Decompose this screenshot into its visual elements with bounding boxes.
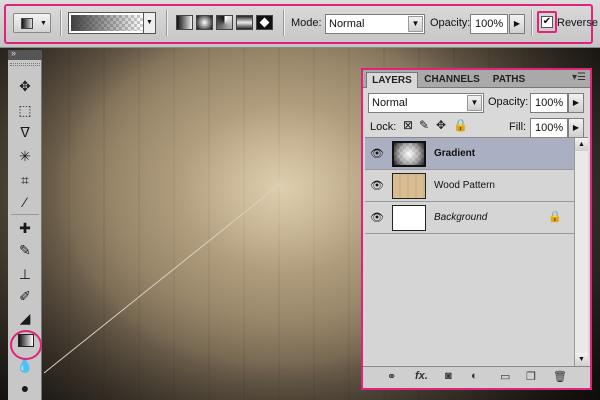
trash-icon[interactable]: 🗑	[553, 370, 567, 383]
reflected-gradient-button[interactable]	[236, 15, 253, 30]
divider	[531, 10, 532, 36]
clone-stamp-tool-icon[interactable]: ⊥	[15, 264, 35, 284]
chevron-down-icon[interactable]: ▼	[467, 95, 482, 111]
tab-layers[interactable]: LAYERS	[366, 72, 418, 88]
link-layers-icon[interactable]: ⚭	[387, 370, 396, 383]
eye-icon[interactable]: 👁	[369, 210, 385, 226]
layer-name[interactable]: Background	[434, 212, 487, 223]
tab-paths[interactable]: PATHS	[486, 72, 532, 88]
reverse-label: Reverse	[557, 17, 598, 29]
brush-tool-icon[interactable]: ✎	[15, 240, 35, 260]
magic-wand-tool-icon[interactable]: ✳	[15, 146, 35, 166]
layer-opacity-slider-button[interactable]: ▶	[568, 93, 584, 113]
tool-options-bar: ▼ ▼ Mode: Normal ▼ Opacity: 100% ▶ ✔ Rev…	[0, 0, 600, 48]
layer-name[interactable]: Gradient	[434, 148, 475, 159]
new-layer-icon[interactable]: ❐	[526, 370, 536, 383]
dodge-tool-icon[interactable]: ●	[15, 378, 35, 398]
chevron-down-icon: ▼	[40, 20, 47, 27]
blend-mode-value: Normal	[372, 97, 408, 109]
layer-opacity-input[interactable]: 100%	[530, 93, 568, 113]
tab-channels[interactable]: CHANNELS	[420, 72, 484, 88]
layer-row-wood-pattern[interactable]: 👁 Wood Pattern	[365, 170, 574, 202]
eye-icon[interactable]: 👁	[369, 178, 385, 194]
adjustment-layer-icon[interactable]: ◐	[471, 370, 478, 382]
lock-transparency-icon[interactable]: ⊠	[403, 118, 413, 132]
divider	[283, 10, 284, 36]
crop-tool-icon[interactable]: ⌗	[15, 170, 35, 190]
gradient-preview	[71, 15, 143, 31]
marquee-tool-icon[interactable]: ⬚	[15, 100, 35, 120]
radial-gradient-button[interactable]	[196, 15, 213, 30]
mode-select[interactable]: Normal ▼	[325, 14, 425, 34]
layer-row-background[interactable]: 👁 Background 🔒	[365, 202, 574, 234]
divider	[11, 214, 39, 215]
layers-scrollbar[interactable]: ▲ ▼	[574, 138, 588, 366]
selected-tool-highlight	[10, 330, 42, 360]
eye-icon[interactable]: 👁	[369, 146, 385, 162]
fill-label: Fill:	[509, 121, 527, 133]
mode-label: Mode:	[291, 17, 322, 29]
opacity-slider-button[interactable]: ▶	[509, 14, 525, 34]
fill-value: 100%	[535, 122, 564, 134]
layer-opacity-value: 100%	[535, 97, 564, 109]
reverse-checkbox[interactable]: ✔	[541, 16, 553, 28]
divider	[166, 10, 167, 36]
chevron-up-icon[interactable]: ▲	[575, 138, 588, 151]
layer-opacity-label: Opacity:	[488, 96, 529, 108]
layer-mask-icon[interactable]: ◙	[445, 370, 452, 382]
lock-all-icon[interactable]: 🔒	[453, 118, 468, 132]
eraser-tool-icon[interactable]: ◢	[15, 308, 35, 328]
lock-image-icon[interactable]: ✎	[419, 118, 429, 132]
opacity-input[interactable]: 100%	[470, 14, 508, 34]
tool-preset-picker[interactable]: ▼	[13, 13, 51, 33]
lasso-tool-icon[interactable]: ᐁ	[15, 122, 35, 142]
move-tool-icon[interactable]: ✥	[15, 76, 35, 96]
layers-panel: LAYERS CHANNELS PATHS ▾☰ Normal ▼ Opacit…	[361, 68, 592, 390]
opacity-value: 100%	[475, 18, 504, 30]
new-group-icon[interactable]: ▭	[500, 370, 510, 383]
opacity-label: Opacity:	[430, 17, 471, 29]
toolbar-grip[interactable]	[10, 63, 40, 66]
lock-icon: 🔒	[548, 211, 562, 223]
expand-icon[interactable]: »	[11, 48, 16, 58]
panel-menu-icon[interactable]: ▾☰	[572, 72, 586, 83]
eyedropper-tool-icon[interactable]: ⁄	[15, 192, 35, 212]
history-brush-tool-icon[interactable]: ✐	[15, 286, 35, 306]
layer-thumbnail	[392, 141, 426, 167]
diamond-gradient-button[interactable]	[256, 15, 273, 30]
layer-thumbnail	[392, 173, 426, 199]
linear-gradient-button[interactable]	[176, 15, 193, 30]
lock-label: Lock:	[370, 121, 397, 133]
gradient-picker[interactable]: ▼	[68, 12, 156, 34]
layers-list: 👁 Gradient 👁 Wood Pattern 👁 Background 🔒…	[365, 137, 588, 366]
panel-tabs: LAYERS CHANNELS PATHS ▾☰	[363, 70, 590, 88]
layer-name[interactable]: Wood Pattern	[434, 180, 495, 191]
angle-gradient-button[interactable]	[216, 15, 233, 30]
layer-thumbnail	[392, 205, 426, 231]
chevron-down-icon[interactable]: ▼	[575, 353, 588, 366]
fx-icon[interactable]: fx.	[415, 370, 428, 382]
blend-mode-select[interactable]: Normal ▼	[368, 93, 484, 113]
gradient-tool-icon	[21, 18, 33, 29]
mode-value: Normal	[329, 18, 365, 30]
chevron-down-icon[interactable]: ▼	[408, 16, 423, 32]
check-icon: ✔	[542, 16, 552, 27]
fill-input[interactable]: 100%	[530, 118, 568, 138]
panel-footer: ⚭ fx. ◙ ◐ ▭ ❐ 🗑	[363, 366, 590, 388]
divider	[60, 10, 61, 36]
lock-position-icon[interactable]: ✥	[436, 118, 446, 132]
fill-slider-button[interactable]: ▶	[568, 118, 584, 138]
healing-brush-tool-icon[interactable]: ✚	[15, 218, 35, 238]
layer-row-gradient[interactable]: 👁 Gradient	[365, 138, 574, 170]
chevron-down-icon[interactable]: ▼	[143, 13, 155, 33]
toolbar-header[interactable]: »	[8, 48, 42, 60]
